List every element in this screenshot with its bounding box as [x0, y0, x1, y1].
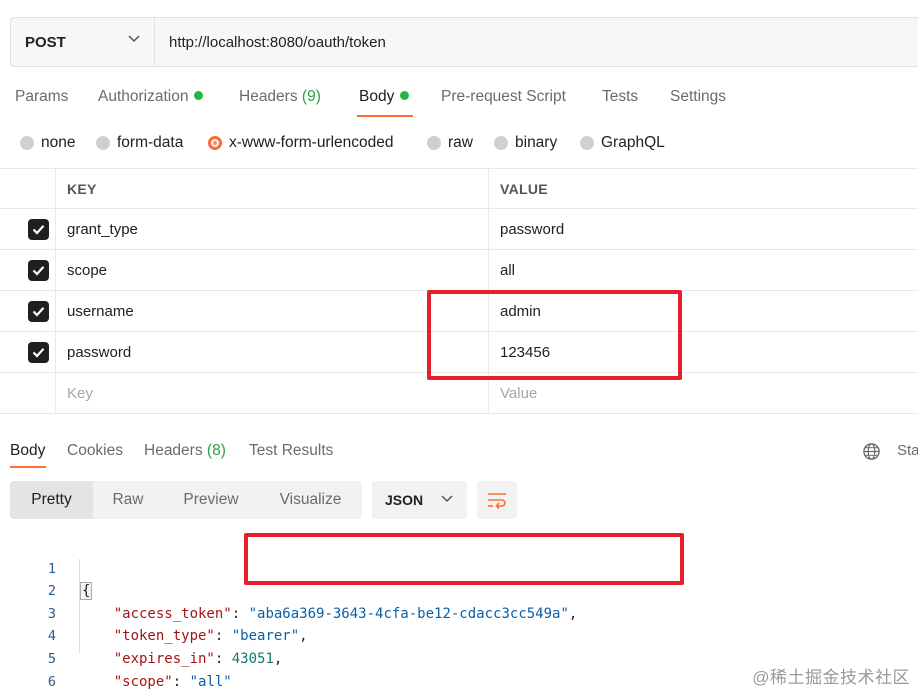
response-body-code: 1 { 2 "access_token": "aba6a369-3643-4cf…: [0, 535, 918, 690]
value-column-header: VALUE: [500, 181, 548, 197]
param-value[interactable]: password: [500, 221, 564, 238]
radio-raw[interactable]: raw: [427, 134, 473, 152]
table-row: grant_type password: [0, 209, 918, 250]
param-key[interactable]: password: [67, 344, 131, 361]
param-key[interactable]: username: [67, 303, 134, 320]
radio-none[interactable]: none: [20, 134, 75, 152]
code-line: 2 "access_token": "aba6a369-3643-4cfa-be…: [0, 558, 918, 622]
radio-form-data[interactable]: form-data: [96, 134, 183, 152]
radio-circle-icon: [20, 136, 34, 150]
radio-graphql-label: GraphQL: [601, 134, 665, 151]
request-url-bar: POST http://localhost:8080/oauth/token: [10, 17, 918, 67]
checkmark-icon: [32, 266, 45, 276]
line-number: 6: [47, 673, 56, 690]
row-checkbox[interactable]: [28, 301, 49, 322]
view-raw-button[interactable]: Raw: [93, 481, 163, 519]
tab-body[interactable]: Body: [359, 88, 410, 106]
method-select[interactable]: POST: [11, 18, 155, 66]
radio-circle-icon: [427, 136, 441, 150]
code-line: 1 {: [0, 535, 918, 601]
radio-binary-label: binary: [515, 134, 558, 151]
code-line: 4 "expires_in": 43051,: [0, 603, 918, 667]
wrap-lines-icon: [488, 493, 506, 509]
table-row: scope all: [0, 250, 918, 291]
request-tabs: Params Authorization Headers (9) Body Pr…: [0, 80, 918, 120]
checkmark-icon: [32, 225, 45, 235]
tab-tests[interactable]: Tests: [602, 88, 638, 106]
globe-icon[interactable]: [862, 442, 881, 461]
param-key[interactable]: scope: [67, 262, 107, 279]
status-dot-icon: [194, 91, 204, 100]
resp-tab-test-results[interactable]: Test Results: [249, 442, 333, 460]
resp-tab-headers-count: (8): [206, 442, 226, 459]
param-key[interactable]: grant_type: [67, 221, 138, 238]
tab-authorization-label: Authorization: [98, 88, 189, 105]
tab-prerequest-script[interactable]: Pre-request Script: [441, 88, 566, 106]
chevron-down-icon: [128, 35, 140, 43]
new-value-input[interactable]: Value: [500, 385, 537, 402]
tab-headers-count: (9): [301, 88, 321, 105]
view-preview-button[interactable]: Preview: [163, 481, 259, 519]
radio-urlencoded[interactable]: x-www-form-urlencoded: [208, 134, 394, 152]
radio-raw-label: raw: [448, 134, 473, 151]
radio-urlencoded-label: x-www-form-urlencoded: [229, 134, 394, 151]
tab-authorization[interactable]: Authorization: [98, 88, 204, 106]
resp-tab-headers[interactable]: Headers (8): [144, 442, 226, 460]
status-dot-icon: [400, 91, 410, 100]
wrap-lines-button[interactable]: [477, 481, 517, 519]
view-visualize-button[interactable]: Visualize: [259, 481, 362, 519]
radio-graphql[interactable]: GraphQL: [580, 134, 665, 152]
highlight-credentials-box: [427, 290, 682, 380]
row-checkbox[interactable]: [28, 342, 49, 363]
response-view-switcher: Pretty Raw Preview Visualize: [10, 481, 362, 519]
response-format-select[interactable]: JSON: [372, 481, 467, 519]
radio-circle-icon: [494, 136, 508, 150]
radio-selected-icon: [208, 136, 222, 150]
key-column-header: KEY: [67, 181, 97, 197]
resp-tab-headers-label: Headers: [144, 442, 203, 459]
resp-tab-body[interactable]: Body: [10, 442, 45, 460]
checkmark-icon: [32, 348, 45, 358]
response-tabs: Body Cookies Headers (8) Test Results St…: [0, 432, 918, 472]
format-label: JSON: [385, 492, 424, 508]
url-text: http://localhost:8080/oauth/token: [169, 33, 386, 51]
radio-form-data-label: form-data: [117, 134, 184, 151]
radio-none-label: none: [41, 134, 76, 151]
code-line: 5 "scope": "all": [0, 625, 918, 690]
tab-settings[interactable]: Settings: [670, 88, 726, 106]
radio-binary[interactable]: binary: [494, 134, 557, 152]
row-checkbox[interactable]: [28, 219, 49, 240]
param-value[interactable]: all: [500, 262, 515, 279]
new-key-input[interactable]: Key: [67, 385, 93, 402]
url-input[interactable]: http://localhost:8080/oauth/token: [155, 18, 918, 66]
tab-body-label: Body: [359, 88, 395, 105]
resp-tab-cookies[interactable]: Cookies: [67, 442, 123, 460]
tab-params[interactable]: Params: [15, 88, 68, 106]
json-key: "scope": [113, 673, 173, 690]
view-pretty-button[interactable]: Pretty: [10, 481, 93, 519]
active-tab-indicator: [357, 115, 413, 117]
tab-headers[interactable]: Headers (9): [239, 88, 321, 106]
radio-circle-icon: [580, 136, 594, 150]
chevron-down-icon: [441, 495, 453, 503]
method-label: POST: [25, 33, 66, 51]
checkmark-icon: [32, 307, 45, 317]
tab-headers-label: Headers: [239, 88, 298, 105]
row-checkbox[interactable]: [28, 260, 49, 281]
json-string-value: "all": [189, 673, 232, 690]
active-tab-indicator: [10, 466, 46, 468]
radio-circle-icon: [96, 136, 110, 150]
response-status-label: Sta: [897, 442, 918, 459]
body-type-radios: none form-data x-www-form-urlencoded raw…: [0, 128, 918, 158]
code-line: 3 "token_type": "bearer",: [0, 580, 918, 645]
watermark: @稀土掘金技术社区: [752, 668, 910, 687]
table-header-row: KEY VALUE: [0, 168, 918, 209]
